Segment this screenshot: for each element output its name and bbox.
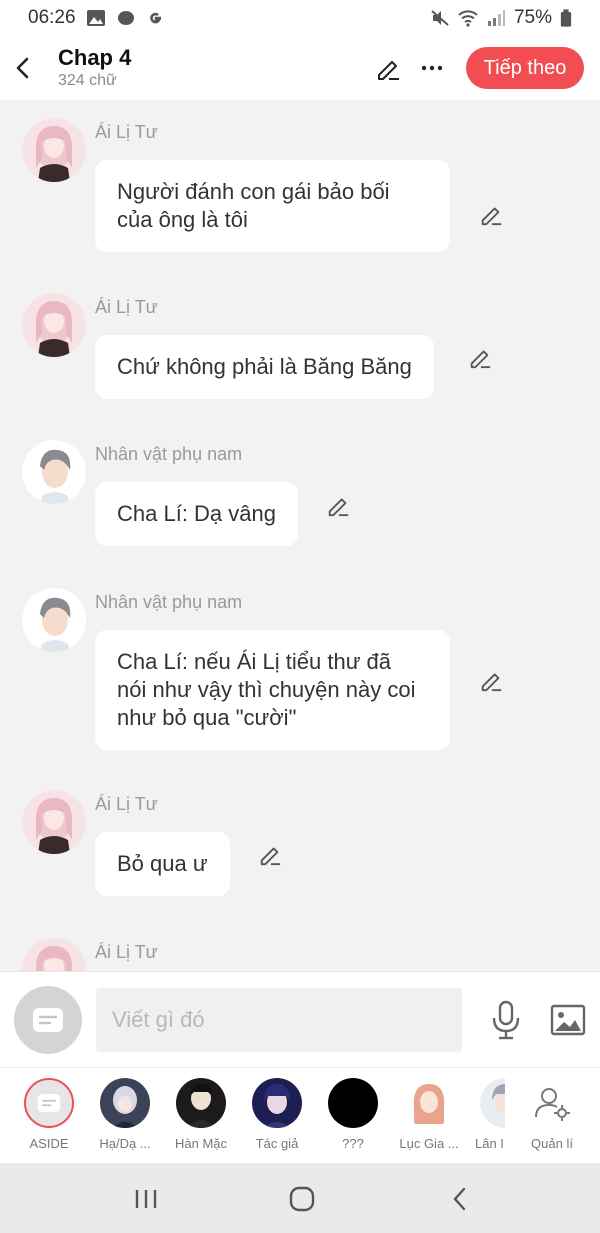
message-input[interactable] <box>96 988 462 1052</box>
avatar-pink-hair-girl[interactable] <box>22 938 86 971</box>
message-icon <box>33 1008 63 1032</box>
character-label: Quản lí <box>531 1136 573 1151</box>
avatar-gray-hair-man[interactable] <box>22 440 86 504</box>
signal-icon <box>487 10 505 26</box>
message-bubble[interactable]: Bỏ qua ư <box>95 832 230 896</box>
chevron-left-icon <box>453 1187 466 1211</box>
pencil-icon <box>328 498 349 517</box>
message-bubble[interactable]: Chứ không phải là Băng Băng <box>95 335 434 399</box>
insert-image-button[interactable] <box>546 998 590 1042</box>
more-dots-icon <box>421 65 443 71</box>
message-list[interactable]: Ái Lị Tư Người đánh con gái bảo bối của … <box>0 100 600 971</box>
character-item[interactable]: Hạ/Dạ ... <box>87 1078 163 1151</box>
sender-name: Ái Lị Tư <box>95 297 158 317</box>
edit-message-button[interactable] <box>477 200 505 228</box>
aside-toggle-button[interactable] <box>14 986 82 1054</box>
home-icon <box>289 1186 315 1212</box>
edit-message-button[interactable] <box>477 666 505 694</box>
chevron-left-icon <box>16 57 29 79</box>
google-icon <box>149 12 161 24</box>
system-nav-bar <box>0 1163 600 1233</box>
title-block: Chap 4 324 chữ <box>58 45 131 91</box>
pencil-icon <box>260 847 281 866</box>
character-label: Hàn Mặc <box>174 1136 228 1151</box>
edit-message-button[interactable] <box>324 491 352 519</box>
pencil-icon <box>481 673 502 692</box>
character-item[interactable]: Lân I <box>467 1078 505 1151</box>
home-button[interactable] <box>282 1181 322 1217</box>
pencil-icon <box>481 207 502 226</box>
character-label: Lục Gia ... <box>399 1136 459 1151</box>
avatar <box>176 1078 226 1128</box>
avatar <box>252 1078 302 1128</box>
character-item[interactable]: Lục Gia ... <box>391 1078 467 1151</box>
message-bubble[interactable]: Người đánh con gái bảo bối của ông là tô… <box>95 160 450 252</box>
edit-title-button[interactable] <box>370 50 406 86</box>
message-bubble[interactable]: Cha Lí: Dạ vâng <box>95 482 298 546</box>
gallery-icon <box>86 10 105 26</box>
character-item[interactable]: ??? <box>315 1078 391 1151</box>
avatar <box>100 1078 150 1128</box>
avatar <box>480 1078 505 1128</box>
sender-name: Ái Lị Tư <box>95 942 158 962</box>
manage-characters-button[interactable]: Quản lí <box>514 1078 590 1151</box>
avatar <box>404 1078 454 1128</box>
character-label: Hạ/Dạ ... <box>99 1136 151 1151</box>
character-item[interactable]: Tác giả <box>239 1078 315 1151</box>
next-chapter-button[interactable]: Tiếp theo <box>466 47 584 89</box>
character-selector: ASIDE Hạ/Dạ ... Hàn Mặc Tác giả ??? Lục … <box>0 1067 600 1163</box>
battery-icon <box>560 9 572 27</box>
composer-bar <box>0 971 600 1067</box>
wifi-icon <box>458 10 478 27</box>
edit-message-button[interactable] <box>256 840 284 868</box>
sender-name: Nhân vật phụ nam <box>95 444 243 464</box>
avatar-pink-hair-girl[interactable] <box>22 118 86 182</box>
user-settings-icon <box>527 1078 577 1128</box>
character-item[interactable]: Hàn Mặc <box>163 1078 239 1151</box>
sender-name: Ái Lị Tư <box>95 794 158 814</box>
sender-name: Ái Lị Tư <box>95 122 158 142</box>
chat-bubble-icon <box>117 11 134 25</box>
edit-message-button[interactable] <box>466 343 494 371</box>
status-bar: 06:26 75% <box>0 0 600 36</box>
character-label: ??? <box>342 1136 364 1151</box>
pencil-icon <box>470 350 491 369</box>
avatar-pink-hair-girl[interactable] <box>22 790 86 854</box>
character-label: Tác giả <box>255 1136 299 1151</box>
voice-input-button[interactable] <box>486 996 526 1044</box>
image-icon <box>550 1004 586 1036</box>
battery-text: 75% <box>513 7 552 28</box>
character-label: Lân I <box>475 1136 504 1151</box>
sender-name: Nhân vật phụ nam <box>95 592 243 612</box>
avatar-pink-hair-girl[interactable] <box>22 293 86 357</box>
microphone-icon <box>492 1000 520 1040</box>
mute-icon <box>431 10 449 26</box>
message-bubble[interactable]: Cha Lí: nếu Ái Lị tiểu thư đã nói như vậ… <box>95 630 450 750</box>
pencil-icon <box>378 61 399 80</box>
word-count: 324 chữ <box>58 72 117 89</box>
avatar <box>328 1078 378 1128</box>
status-time: 06:26 <box>28 7 76 28</box>
avatar-gray-hair-man[interactable] <box>22 588 86 652</box>
page-title: Chap 4 <box>58 45 132 70</box>
back-button[interactable] <box>0 36 46 100</box>
aside-icon <box>24 1078 74 1128</box>
character-aside[interactable]: ASIDE <box>11 1078 87 1151</box>
more-options-button[interactable] <box>414 50 450 86</box>
app-header: Chap 4 324 chữ Tiếp theo <box>0 36 600 100</box>
system-back-button[interactable] <box>440 1181 480 1217</box>
recent-apps-button[interactable] <box>126 1181 166 1217</box>
recent-apps-icon <box>135 1190 157 1208</box>
character-label: ASIDE <box>29 1136 69 1151</box>
